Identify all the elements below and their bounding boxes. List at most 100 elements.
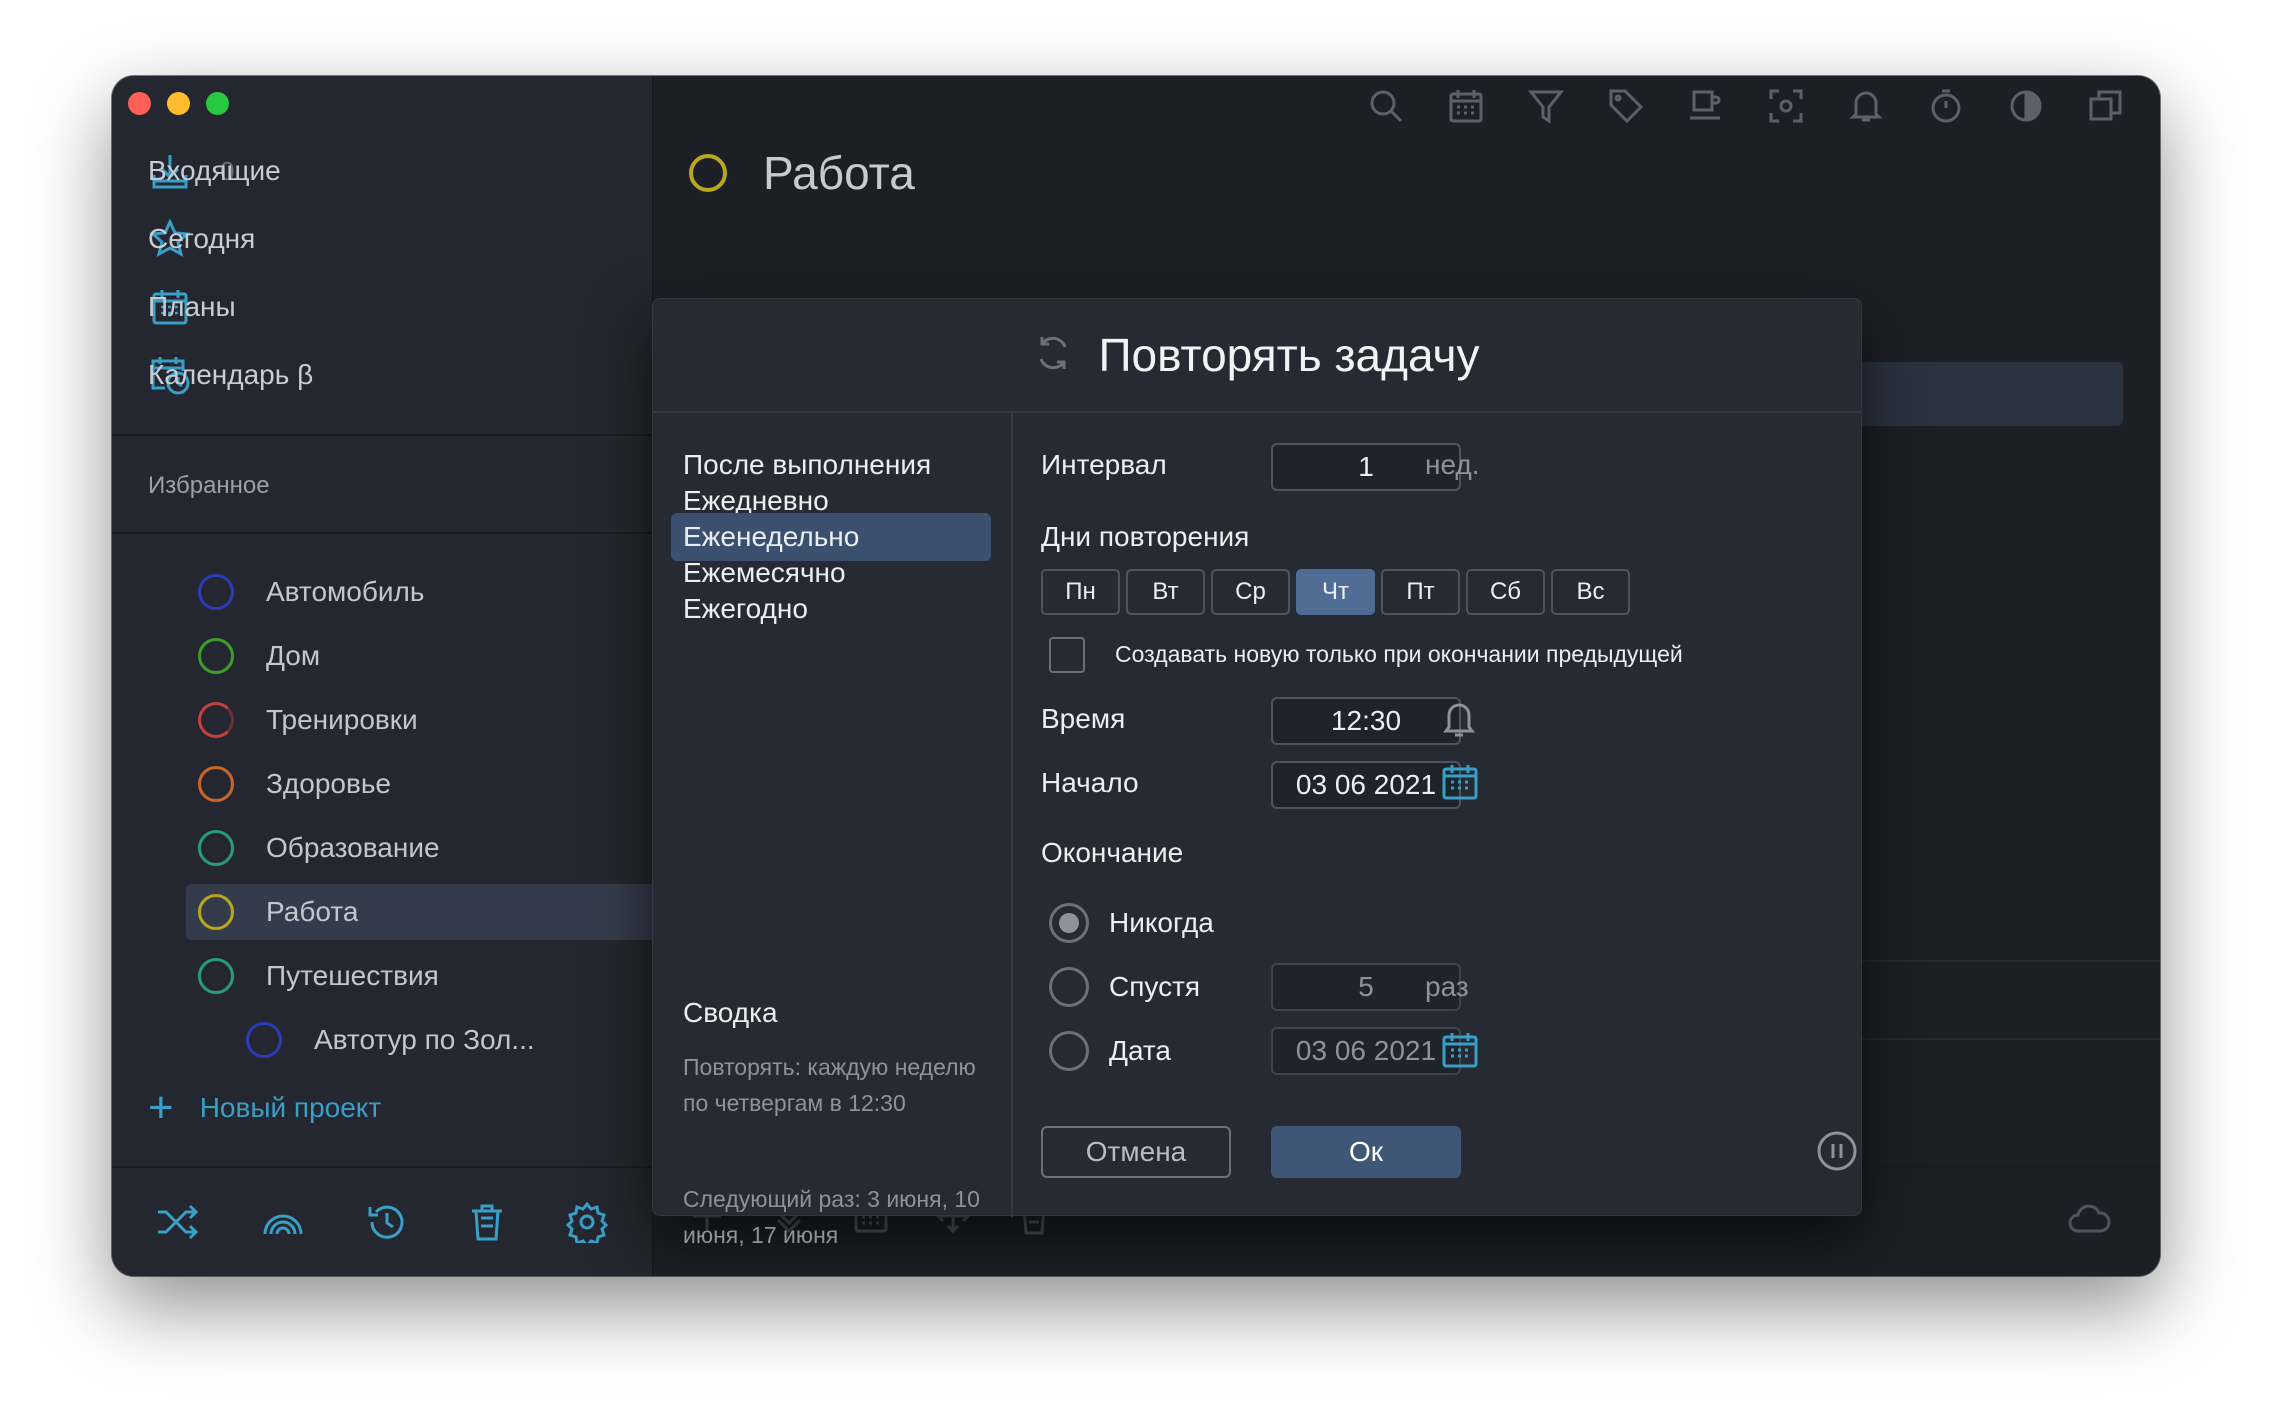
project-item[interactable]: Образование <box>186 820 652 876</box>
day-button-mon[interactable]: Пн <box>1041 569 1120 615</box>
sidebar-toolbar <box>112 1166 652 1276</box>
repeat-icon <box>1034 334 1072 377</box>
day-button-fri[interactable]: Пт <box>1381 569 1460 615</box>
plus-icon: + <box>148 1083 174 1132</box>
start-date-input[interactable]: 03 06 2021 <box>1271 761 1461 809</box>
cloud-icon[interactable] <box>2067 1204 2111 1234</box>
focus-icon[interactable] <box>1768 88 1804 124</box>
filter-icon[interactable] <box>1528 88 1564 124</box>
project-item[interactable]: Автомобиль <box>186 564 652 620</box>
day-button-sun[interactable]: Вс <box>1551 569 1630 615</box>
bell-icon[interactable] <box>1441 699 1477 744</box>
dialog-title: Повторять задачу <box>1098 329 1480 381</box>
project-label: Здоровье <box>266 768 392 799</box>
repeat-type-yearly[interactable]: Ежегодно <box>671 585 991 633</box>
zoom-window-button[interactable] <box>206 92 229 115</box>
project-ring-icon <box>246 1022 282 1058</box>
coffee-icon[interactable] <box>1688 88 1724 124</box>
app-window: Входящие 0 Сегодня Планы Календарь β Изб… <box>112 76 2160 1276</box>
nav-label: Календарь β <box>148 359 314 390</box>
project-ring-icon <box>198 894 234 930</box>
end-never-label: Никогда <box>1109 907 1214 938</box>
project-ring-icon <box>198 766 234 802</box>
pause-icon[interactable] <box>1816 1130 1858 1177</box>
calendar-icon[interactable] <box>1448 88 1484 124</box>
project-item[interactable]: Тренировки <box>186 692 652 748</box>
divider <box>112 434 652 436</box>
day-button-sat[interactable]: Сб <box>1466 569 1545 615</box>
nav-item-calendar[interactable]: Календарь β <box>148 348 618 402</box>
time-label: Время <box>1041 703 1126 734</box>
project-ring-icon <box>198 702 234 738</box>
dialog-header: Повторять задачу <box>653 299 1861 413</box>
project-item-active[interactable]: Работа <box>186 884 652 940</box>
minimize-window-button[interactable] <box>167 92 190 115</box>
project-item[interactable]: Дом <box>186 628 652 684</box>
nav-item-inbox[interactable]: Входящие 0 <box>148 144 618 198</box>
divider <box>1853 960 2160 962</box>
bell-icon[interactable] <box>1848 88 1884 124</box>
project-item[interactable]: Автотур по Зол... <box>234 1012 652 1068</box>
end-after-radio[interactable] <box>1049 967 1089 1007</box>
weekday-selector: Пн Вт Ср Чт Пт Сб Вс <box>1041 569 1630 615</box>
nav-label: Планы <box>148 291 236 322</box>
trash-icon[interactable] <box>469 1202 505 1242</box>
end-date-radio[interactable] <box>1049 1031 1089 1071</box>
rainbow-icon[interactable] <box>261 1206 305 1238</box>
new-project-label: Новый проект <box>199 1092 382 1123</box>
repeat-task-dialog: Повторять задачу После выполнения Ежедне… <box>652 298 1862 1248</box>
project-label: Путешествия <box>266 960 439 991</box>
close-window-button[interactable] <box>128 92 151 115</box>
ok-button[interactable]: Ок <box>1271 1126 1461 1178</box>
calendar-icon[interactable] <box>1441 1031 1479 1074</box>
project-ring-icon <box>198 958 234 994</box>
tag-icon[interactable] <box>1608 88 1644 124</box>
window-controls <box>128 92 229 115</box>
interval-label: Интервал <box>1041 449 1167 480</box>
nav-label: Сегодня <box>148 223 256 254</box>
day-button-tue[interactable]: Вт <box>1126 569 1205 615</box>
project-header: Работа <box>689 146 915 200</box>
only-after-label: Создавать новую только при окончании пре… <box>1115 641 1683 667</box>
divider <box>112 532 652 534</box>
task-row-selected[interactable] <box>1853 362 2123 426</box>
top-toolbar <box>1368 88 2124 124</box>
project-item[interactable]: Здоровье <box>186 756 652 812</box>
timer-icon[interactable] <box>1928 88 1964 124</box>
contrast-icon[interactable] <box>2008 88 2044 124</box>
page-title: Работа <box>763 147 915 199</box>
end-after-label: Спустя <box>1109 971 1201 1002</box>
end-never-radio[interactable] <box>1049 903 1089 943</box>
interval-unit: нед. <box>1425 449 1480 480</box>
project-ring-icon <box>198 830 234 866</box>
new-project-button[interactable]: + Новый проект <box>148 1086 381 1130</box>
end-date-label: Дата <box>1109 1035 1172 1066</box>
project-label: Автомобиль <box>266 576 425 607</box>
next-occurrence-text: Следующий раз: 3 июня, 10 июня, 17 июня <box>683 1186 980 1248</box>
calendar-icon[interactable] <box>1441 763 1479 806</box>
project-label: Работа <box>266 896 359 927</box>
sidebar: Входящие 0 Сегодня Планы Календарь β Изб… <box>112 76 652 1276</box>
project-ring-icon <box>689 154 727 192</box>
start-label: Начало <box>1041 767 1139 798</box>
day-button-wed[interactable]: Ср <box>1211 569 1290 615</box>
cancel-button[interactable]: Отмена <box>1041 1126 1231 1178</box>
end-date-input[interactable]: 03 06 2021 <box>1271 1027 1461 1075</box>
gear-icon[interactable] <box>565 1201 608 1243</box>
only-after-checkbox[interactable] <box>1049 637 1085 673</box>
history-icon[interactable] <box>366 1201 408 1243</box>
days-label: Дни повторения <box>1041 521 1250 552</box>
project-label: Дом <box>266 640 321 671</box>
favorites-title: Избранное <box>148 472 270 499</box>
project-label: Тренировки <box>266 704 418 735</box>
time-input[interactable]: 12:30 <box>1271 697 1461 745</box>
nav-item-today[interactable]: Сегодня <box>148 212 618 266</box>
nav-label: Входящие <box>148 155 281 186</box>
shuffle-icon[interactable] <box>156 1202 200 1242</box>
nav-item-plans[interactable]: Планы <box>148 280 618 334</box>
windows-icon[interactable] <box>2088 88 2124 124</box>
search-icon[interactable] <box>1368 88 1404 124</box>
day-button-thu[interactable]: Чт <box>1296 569 1375 615</box>
project-ring-icon <box>198 574 234 610</box>
project-item[interactable]: Путешествия <box>186 948 652 1004</box>
